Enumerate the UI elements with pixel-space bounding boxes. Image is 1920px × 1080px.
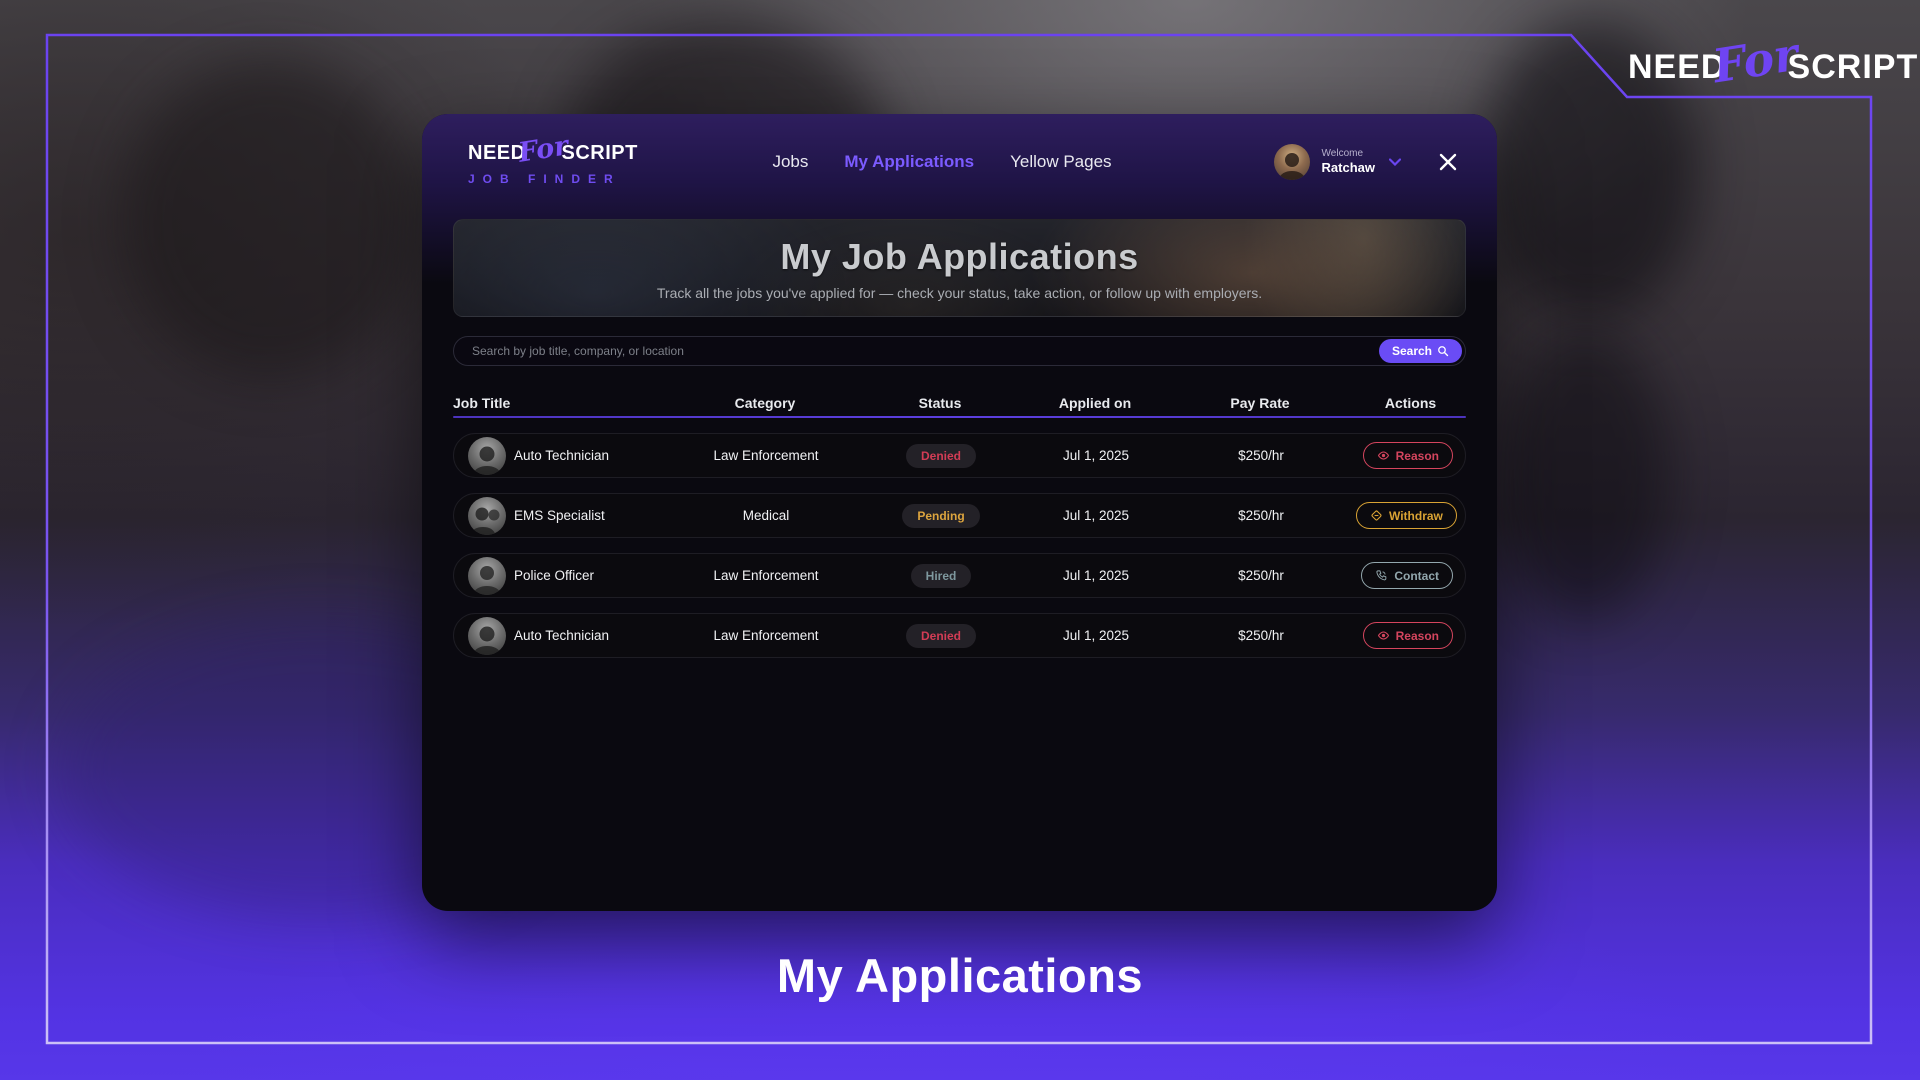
col-actions: Actions	[1355, 395, 1466, 411]
app-logo: NEED For SCRIPT JOB FINDER	[468, 138, 638, 186]
action-label: Reason	[1396, 629, 1439, 643]
brand-logo: NEED For SCRIPT	[1628, 40, 1918, 94]
action-label: Reason	[1396, 449, 1439, 463]
applied-date: Jul 1, 2025	[1026, 448, 1166, 463]
avatar	[468, 437, 506, 475]
reason-button[interactable]: Reason	[1363, 442, 1453, 469]
job-category: Law Enforcement	[676, 628, 856, 643]
job-title: Auto Technician	[514, 628, 676, 643]
search-input[interactable]	[454, 337, 1379, 365]
search-bar: Search	[453, 336, 1466, 366]
nav-yellow-pages[interactable]: Yellow Pages	[1010, 152, 1111, 172]
brand-script: SCRIPT	[1788, 48, 1919, 87]
magnifier-icon	[1437, 345, 1449, 357]
nav-jobs[interactable]: Jobs	[772, 152, 808, 172]
col-pay-rate: Pay Rate	[1165, 395, 1355, 411]
close-icon[interactable]	[1439, 153, 1457, 171]
pay-rate: $250/hr	[1166, 508, 1356, 523]
main-nav: Jobs My Applications Yellow Pages	[772, 114, 1111, 210]
nav-my-applications[interactable]: My Applications	[844, 152, 974, 172]
logo-script: SCRIPT	[562, 142, 638, 165]
job-category: Medical	[676, 508, 856, 523]
avatar	[468, 557, 506, 595]
col-category: Category	[675, 395, 855, 411]
table-row: Auto Technician Law Enforcement Denied J…	[453, 433, 1466, 478]
table-row: Police Officer Law Enforcement Hired Jul…	[453, 553, 1466, 598]
phone-icon	[1375, 569, 1388, 582]
pay-rate: $250/hr	[1166, 568, 1356, 583]
action-label: Withdraw	[1389, 509, 1443, 523]
job-category: Law Enforcement	[676, 448, 856, 463]
col-status: Status	[855, 395, 1025, 411]
avatar	[468, 617, 506, 655]
person-icon	[468, 619, 506, 655]
table-row: Auto Technician Law Enforcement Denied J…	[453, 613, 1466, 658]
user-avatar[interactable]	[1274, 144, 1310, 180]
action-label: Contact	[1394, 569, 1439, 583]
screenshot-caption: My Applications	[0, 948, 1920, 1003]
applied-date: Jul 1, 2025	[1026, 628, 1166, 643]
chevron-down-icon[interactable]	[1389, 158, 1401, 166]
applied-date: Jul 1, 2025	[1026, 568, 1166, 583]
col-applied-on: Applied on	[1025, 395, 1165, 411]
page-subtitle: Track all the jobs you've applied for — …	[657, 285, 1262, 301]
status-badge: Hired	[911, 564, 972, 588]
status-badge: Pending	[902, 504, 979, 528]
job-title: Police Officer	[514, 568, 676, 583]
status-badge: Denied	[906, 624, 976, 648]
search-button[interactable]: Search	[1379, 339, 1462, 363]
job-title: EMS Specialist	[514, 508, 676, 523]
logo-subtitle: JOB FINDER	[468, 172, 638, 186]
person-icon	[1274, 146, 1310, 180]
pay-rate: $250/hr	[1166, 628, 1356, 643]
contact-button[interactable]: Contact	[1361, 562, 1453, 589]
reason-button[interactable]: Reason	[1363, 622, 1453, 649]
hero-banner: My Job Applications Track all the jobs y…	[453, 219, 1466, 317]
withdraw-button[interactable]: Withdraw	[1356, 502, 1457, 529]
table-header-divider	[453, 416, 1466, 418]
person-icon	[468, 559, 506, 595]
avatar	[468, 497, 506, 535]
person-icon	[468, 499, 506, 535]
job-title: Auto Technician	[514, 448, 676, 463]
search-button-label: Search	[1392, 344, 1432, 358]
welcome-label: Welcome	[1322, 148, 1375, 160]
user-name: Ratchaw	[1322, 160, 1375, 176]
table-row: EMS Specialist Medical Pending Jul 1, 20…	[453, 493, 1466, 538]
modal-header: NEED For SCRIPT JOB FINDER Jobs My Appli…	[422, 114, 1497, 210]
person-icon	[468, 439, 506, 475]
user-zone: Welcome Ratchaw	[1274, 114, 1457, 210]
pay-rate: $250/hr	[1166, 448, 1356, 463]
table-header: Job Title Category Status Applied on Pay…	[453, 390, 1466, 416]
job-category: Law Enforcement	[676, 568, 856, 583]
eye-icon	[1377, 629, 1390, 642]
job-finder-window: NEED For SCRIPT JOB FINDER Jobs My Appli…	[422, 114, 1497, 911]
user-greeting: Welcome Ratchaw	[1322, 148, 1375, 176]
applied-date: Jul 1, 2025	[1026, 508, 1166, 523]
eye-icon	[1377, 449, 1390, 462]
status-badge: Denied	[906, 444, 976, 468]
col-job-title: Job Title	[453, 395, 675, 411]
page-title: My Job Applications	[780, 236, 1138, 278]
withdraw-icon	[1370, 509, 1383, 522]
